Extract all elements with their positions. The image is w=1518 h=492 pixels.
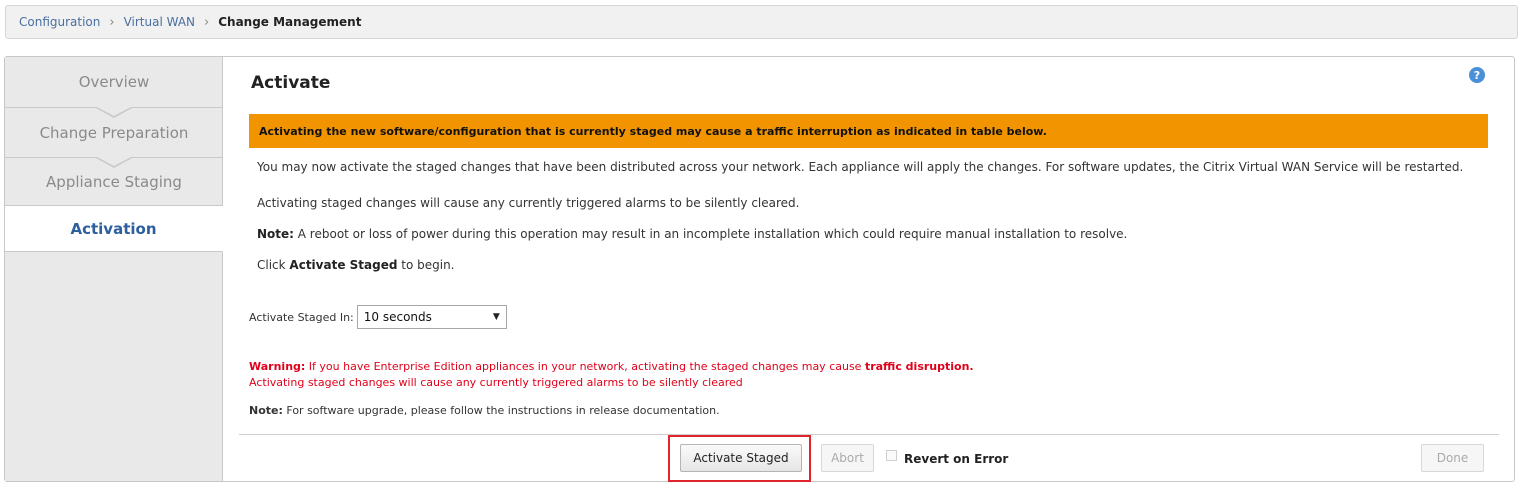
step-label: Overview (78, 73, 150, 91)
activation-content: Activate ? Activating the new software/c… (224, 57, 1514, 482)
chevron-right-icon: › (204, 14, 210, 30)
warning-bold: traffic disruption. (864, 360, 974, 373)
click-suffix: to begin. (397, 258, 455, 272)
alarm-warning: Activating staged changes will cause any… (249, 376, 743, 389)
step-activation[interactable]: Activation (5, 206, 223, 252)
footer-divider (239, 434, 1499, 435)
step-appliance-staging[interactable]: Appliance Staging (5, 158, 223, 206)
note2-label: Note: (249, 404, 283, 417)
breadcrumb-configuration[interactable]: Configuration (19, 15, 100, 29)
activate-delay-select[interactable]: 10 seconds ▼ (356, 305, 507, 329)
chevron-right-icon: › (109, 14, 115, 30)
done-button[interactable]: Done (1421, 444, 1484, 472)
warning-label: Warning: (249, 360, 306, 373)
activate-delay-value: 10 seconds (363, 310, 432, 324)
activate-delay-row: Activate Staged In: 10 seconds ▼ (249, 305, 507, 329)
click-prefix: Click (257, 258, 290, 272)
upgrade-note: Note: For software upgrade, please follo… (249, 404, 720, 417)
revert-on-error-checkbox[interactable] (886, 450, 897, 461)
breadcrumb: Configuration › Virtual WAN › Change Man… (5, 5, 1518, 39)
note-text: A reboot or loss of power during this op… (293, 227, 1128, 241)
step-change-preparation[interactable]: Change Preparation (5, 108, 223, 168)
activation-description: You may now activate the staged changes … (257, 160, 1464, 174)
page-title: Activate (251, 73, 331, 93)
breadcrumb-virtual-wan[interactable]: Virtual WAN (124, 15, 195, 29)
enterprise-warning: Warning: If you have Enterprise Edition … (249, 360, 974, 373)
step-overview[interactable]: Overview (5, 57, 223, 118)
dropdown-arrow-icon: ▼ (492, 312, 500, 322)
note-label: Note: (257, 227, 294, 241)
activate-delay-label: Activate Staged In: (249, 310, 354, 324)
alarm-clear-text: Activating staged changes will cause any… (257, 196, 800, 210)
wizard-panel: Overview Change Preparation Appliance St… (4, 56, 1515, 482)
help-icon[interactable]: ? (1469, 67, 1485, 83)
warning-text: If you have Enterprise Edition appliance… (305, 360, 865, 373)
reboot-note: Note: A reboot or loss of power during t… (257, 227, 1127, 241)
wizard-steps: Overview Change Preparation Appliance St… (5, 57, 223, 481)
traffic-warning-banner: Activating the new software/configuratio… (249, 114, 1488, 148)
revert-on-error-label[interactable]: Revert on Error (904, 452, 1008, 466)
click-bold: Activate Staged (289, 258, 398, 272)
breadcrumb-current: Change Management (218, 15, 362, 29)
step-label: Appliance Staging (46, 172, 182, 191)
note2-text: For software upgrade, please follow the … (282, 404, 720, 417)
abort-button[interactable]: Abort (821, 444, 874, 472)
step-label: Change Preparation (39, 123, 189, 142)
step-label: Activation (70, 219, 157, 238)
activate-staged-button[interactable]: Activate Staged (680, 444, 802, 472)
click-instruction: Click Activate Staged to begin. (257, 258, 455, 272)
